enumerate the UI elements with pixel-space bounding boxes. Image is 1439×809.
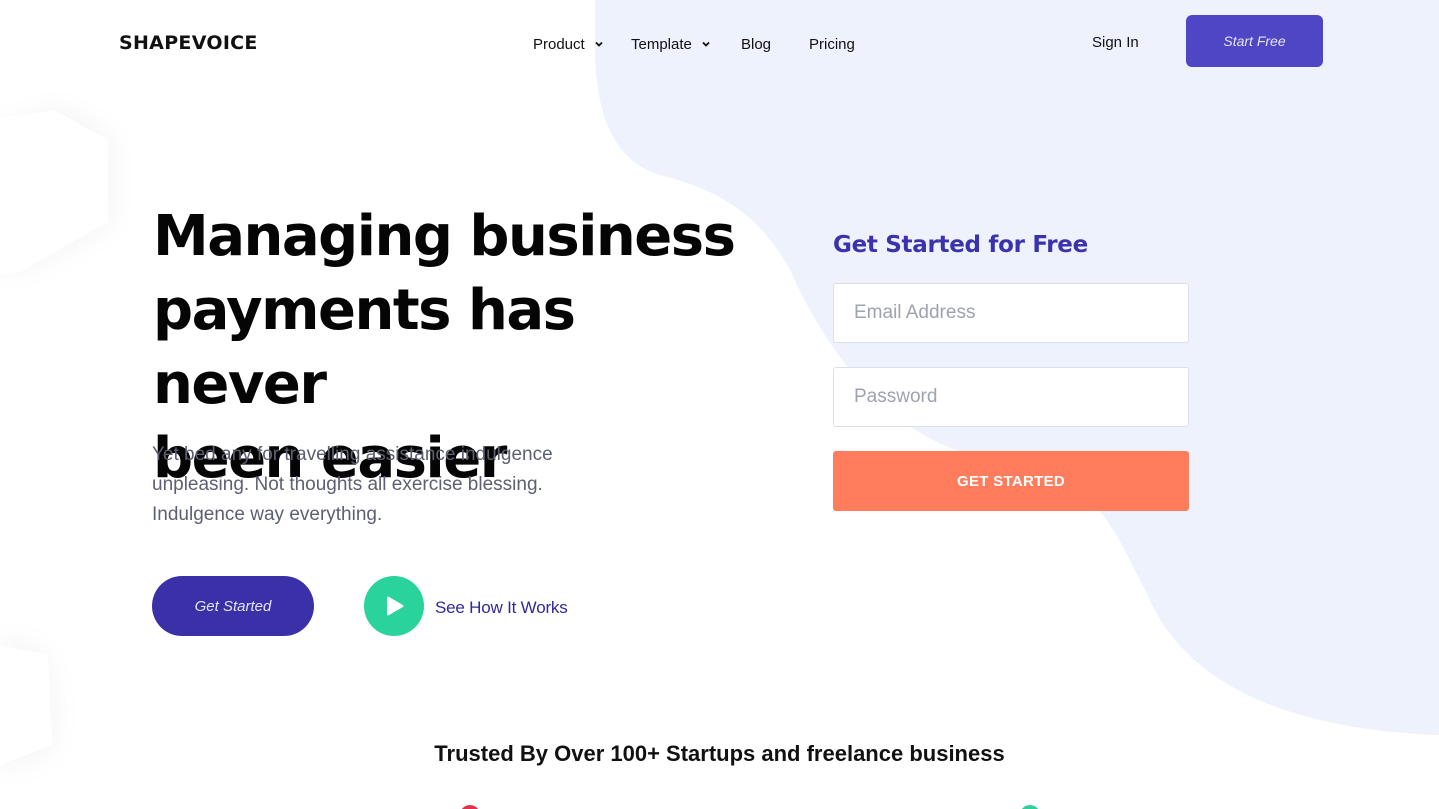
nav-item-label: Product xyxy=(533,35,585,53)
signup-form-title: Get Started for Free xyxy=(833,232,1088,258)
password-field[interactable] xyxy=(833,367,1189,427)
sign-in-link[interactable]: Sign In xyxy=(1092,34,1139,51)
hero-title-line: payments has never xyxy=(153,278,576,417)
see-how-it-works-link[interactable]: See How It Works xyxy=(435,598,568,618)
chevron-down-icon xyxy=(595,41,603,47)
start-free-button[interactable]: Start Free xyxy=(1186,15,1323,67)
brand-logo[interactable]: SHAPEVOICE xyxy=(119,32,258,54)
nav-item-product[interactable]: Product xyxy=(533,34,631,54)
nav-item-label: Template xyxy=(631,35,692,53)
play-video-button[interactable] xyxy=(364,576,424,636)
nav-item-label: Blog xyxy=(741,35,772,53)
main-nav: Product Template Blog Pricing xyxy=(533,34,855,54)
email-field[interactable] xyxy=(833,283,1189,343)
nav-item-pricing[interactable]: Pricing xyxy=(809,34,855,54)
chevron-down-icon xyxy=(702,41,710,47)
hero-subtitle: Yet bed any for travelling assistance in… xyxy=(152,444,553,525)
get-started-button[interactable]: Get Started xyxy=(152,576,314,636)
signup-submit-button[interactable]: GET STARTED xyxy=(833,451,1189,511)
landing-page: SHAPEVOICE Product Template Blog Pricing… xyxy=(0,0,1439,809)
trusted-by-heading: Trusted By Over 100+ Startups and freela… xyxy=(434,741,1005,766)
nav-item-label: Pricing xyxy=(809,35,855,53)
nav-item-template[interactable]: Template xyxy=(631,34,741,54)
nav-item-blog[interactable]: Blog xyxy=(741,34,809,54)
hero-title-line: Managing business xyxy=(153,204,736,269)
play-icon xyxy=(387,596,404,616)
